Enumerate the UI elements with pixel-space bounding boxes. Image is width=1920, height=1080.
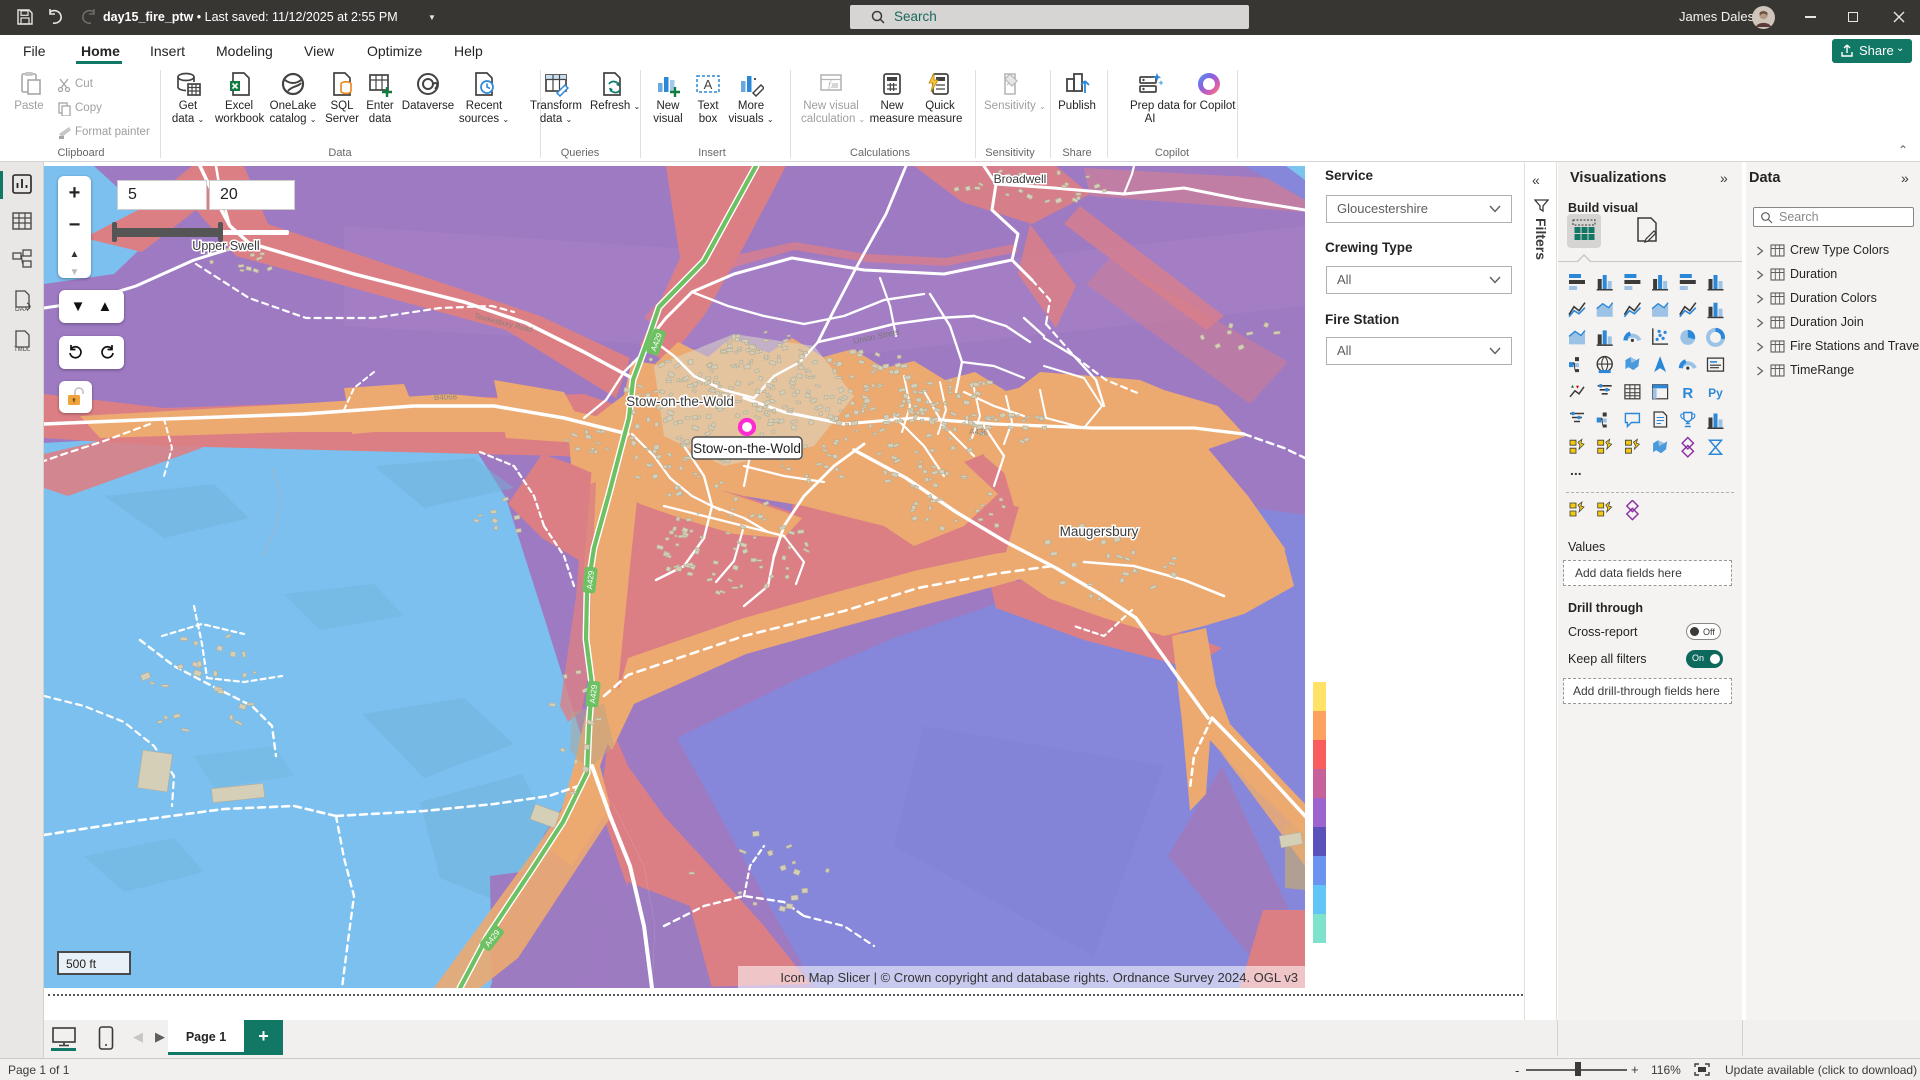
svg-text:Broadwell: Broadwell (994, 172, 1047, 186)
svg-text:Py: Py (1708, 386, 1723, 400)
svg-text:Icon Map Slicer | © Crown copy: Icon Map Slicer | © Crown copyright and … (780, 970, 1298, 985)
svg-text:Maugersbury: Maugersbury (1060, 524, 1139, 539)
svg-text:Stow-on-the-Wold: Stow-on-the-Wold (626, 394, 734, 409)
svg-text:A: A (704, 77, 713, 92)
svg-text:A436: A436 (969, 427, 989, 437)
svg-text:R: R (1682, 385, 1693, 402)
svg-text:Stow-on-the-Wold: Stow-on-the-Wold (693, 441, 801, 456)
svg-text:Upper Swell: Upper Swell (192, 239, 259, 253)
svg-text:TMDL: TMDL (14, 347, 31, 352)
svg-text:DAX: DAX (15, 306, 29, 312)
svg-text:500 ft: 500 ft (66, 957, 97, 971)
svg-text:B4068: B4068 (434, 392, 458, 402)
